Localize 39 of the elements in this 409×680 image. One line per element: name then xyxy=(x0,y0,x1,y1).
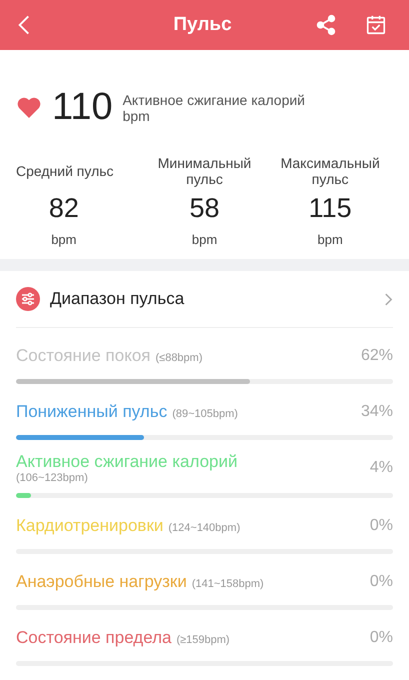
page-title: Пульс xyxy=(172,14,233,36)
unit-label: bpm xyxy=(51,232,76,247)
zone-percent: 0% xyxy=(370,629,393,647)
calendar-icon[interactable] xyxy=(365,14,387,36)
sliders-icon xyxy=(16,287,40,311)
back-icon[interactable] xyxy=(18,14,30,36)
unit-label: bpm xyxy=(192,232,218,247)
zone-name: Кардиотренировки xyxy=(16,516,164,536)
zone-name: Состояние покоя xyxy=(16,346,150,366)
zone-range: (≤88bpm) xyxy=(156,352,202,364)
zone-range: (≥159bpm) xyxy=(176,634,230,646)
zone-percent: 4% xyxy=(370,459,393,477)
heart-icon xyxy=(16,96,42,119)
zone-name: Состояние предела xyxy=(16,628,172,648)
zone-range: (124~140bpm) xyxy=(168,522,240,534)
chevron-icon xyxy=(384,292,393,306)
range-row[interactable]: Диапазон пульса xyxy=(16,271,393,328)
unit-label: bpm xyxy=(318,232,343,247)
zone-percent: 62% xyxy=(360,347,393,365)
zone-name: Активное сжигание калорий xyxy=(16,452,238,472)
stat-value: 115 xyxy=(308,193,352,224)
current-zone: Активное сжигание калорий xyxy=(122,92,305,108)
stat-label: Минимальный пульс xyxy=(156,155,252,187)
stat-label: Средний пульс xyxy=(16,162,114,181)
unit-label: bpm xyxy=(122,108,151,124)
zone-range: (106~123bpm) xyxy=(16,472,89,484)
section-title: Диапазон пульса xyxy=(50,289,186,309)
zone-range: (141~158bpm) xyxy=(192,578,264,590)
current-heart-rate: 110 xyxy=(52,86,113,129)
stat-value: 82 xyxy=(48,193,79,224)
share-icon[interactable] xyxy=(315,14,337,36)
zone-name: Пониженный пульс xyxy=(16,402,168,422)
zone-percent: 34% xyxy=(360,403,393,421)
zone-name: Анаэробные нагрузки xyxy=(16,572,187,592)
zone-percent: 0% xyxy=(370,517,393,535)
stat-value: 58 xyxy=(189,193,220,224)
zone-range: (89~105bpm) xyxy=(172,408,238,420)
zone-percent: 0% xyxy=(370,573,393,591)
stat-label: Максимальный пульс xyxy=(280,155,381,187)
